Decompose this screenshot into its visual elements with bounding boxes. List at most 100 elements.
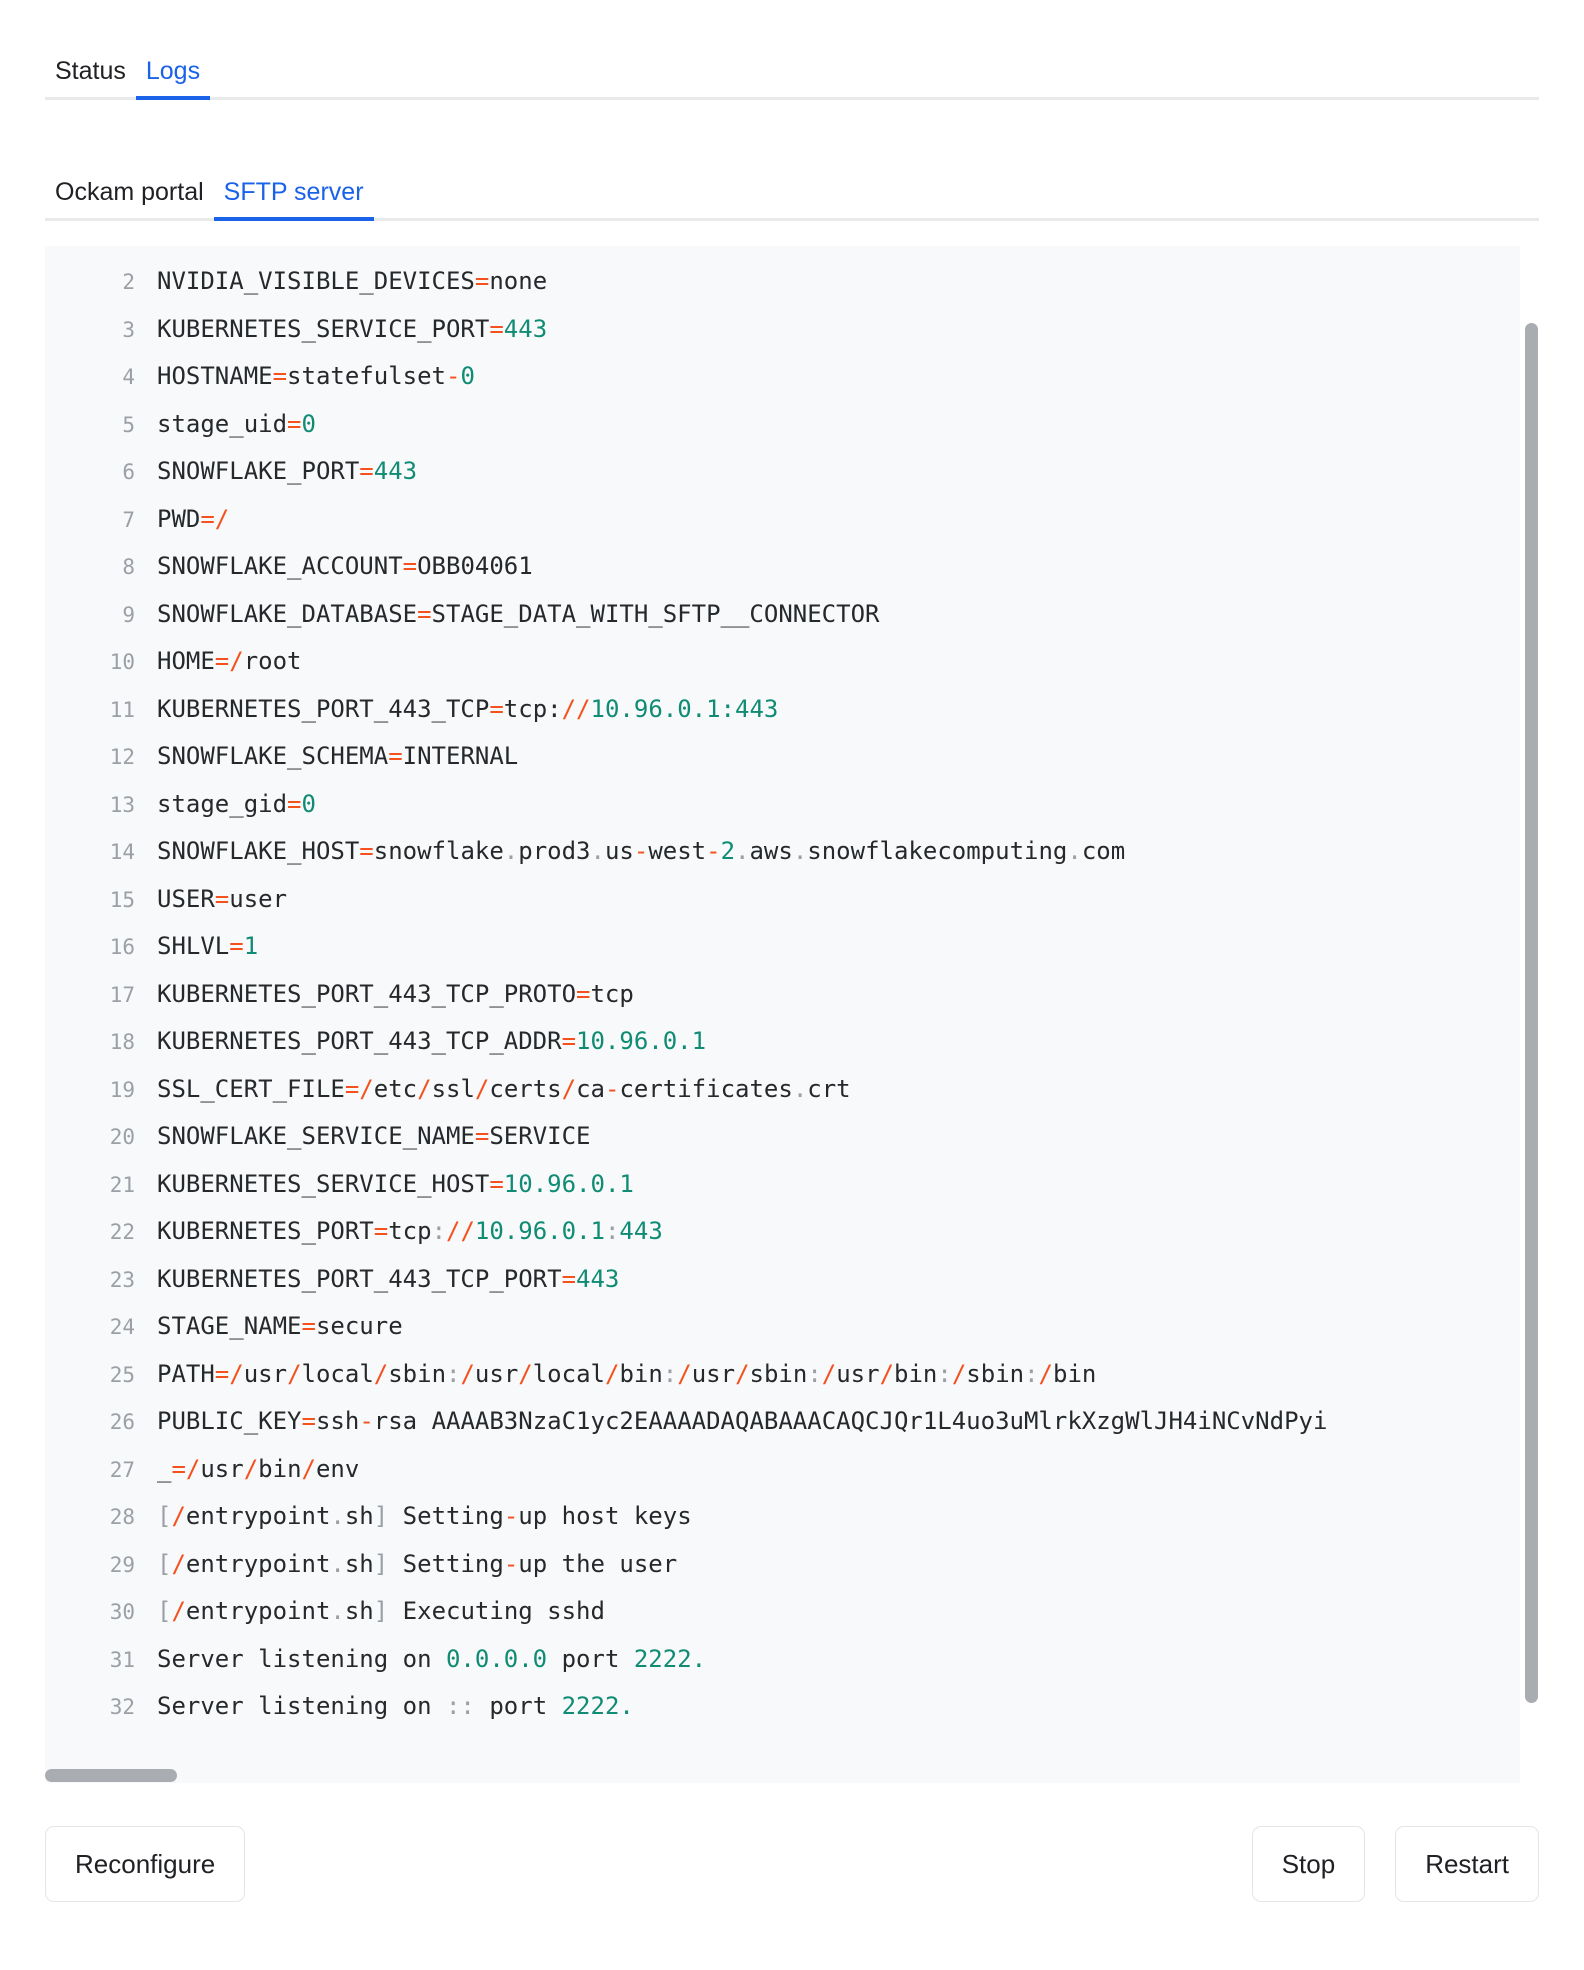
log-line-number: 10 [45, 639, 135, 687]
log-token: root [244, 647, 302, 675]
secondary-tab-list: Ockam portal SFTP server [45, 177, 374, 221]
log-token: . [1067, 837, 1081, 865]
log-horizontal-scrollbar-thumb[interactable] [45, 1769, 177, 1782]
log-line: 18KUBERNETES_PORT_443_TCP_ADDR=10.96.0.1 [45, 1018, 1520, 1066]
log-token: up host keys [518, 1502, 691, 1530]
log-line: 5stage_uid=0 [45, 401, 1520, 449]
log-line-text: KUBERNETES_PORT_443_TCP=tcp://10.96.0.1:… [135, 686, 778, 734]
log-token: / [302, 1455, 316, 1483]
log-line-text: STAGE_NAME=secure [135, 1303, 403, 1351]
log-token: 2222. [562, 1692, 634, 1720]
log-line: 19SSL_CERT_FILE=/etc/ssl/certs/ca-certif… [45, 1066, 1520, 1114]
log-line: 6SNOWFLAKE_PORT=443 [45, 448, 1520, 496]
log-line: 11KUBERNETES_PORT_443_TCP=tcp://10.96.0.… [45, 686, 1520, 734]
log-token: 443 [619, 1217, 662, 1245]
log-line: 26PUBLIC_KEY=ssh-rsa AAAAB3NzaC1yc2EAAAA… [45, 1398, 1520, 1446]
log-token: tcp [388, 1217, 431, 1245]
log-line-text: SNOWFLAKE_ACCOUNT=OBB04061 [135, 543, 533, 591]
log-token: certificates [619, 1075, 792, 1103]
log-line-number: 30 [45, 1589, 135, 1637]
log-token: snowflake [374, 837, 504, 865]
tab-logs[interactable]: Logs [136, 56, 210, 100]
reconfigure-button[interactable]: Reconfigure [45, 1826, 245, 1902]
log-line: 28[/entrypoint.sh] Setting-up host keys [45, 1493, 1520, 1541]
tab-ockam-portal[interactable]: Ockam portal [45, 177, 214, 221]
log-token: - [446, 362, 460, 390]
log-token: : [432, 1217, 446, 1245]
log-token: / [880, 1360, 894, 1388]
log-line-number: 20 [45, 1114, 135, 1162]
tab-active-indicator [214, 217, 374, 221]
log-token: = [475, 1122, 489, 1150]
log-token: bin [258, 1455, 301, 1483]
log-token: / [460, 1360, 474, 1388]
log-line-number: 16 [45, 924, 135, 972]
log-token: OBB04061 [417, 552, 533, 580]
tab-active-indicator [136, 96, 210, 100]
primary-tab-divider [45, 97, 1539, 100]
restart-button[interactable]: Restart [1395, 1826, 1539, 1902]
tab-label: SFTP server [224, 178, 364, 206]
log-token: // [562, 695, 591, 723]
secondary-tab-bar: Ockam portal SFTP server [0, 141, 1584, 221]
log-line-text: KUBERNETES_SERVICE_PORT=443 [135, 306, 547, 354]
log-line: 17KUBERNETES_PORT_443_TCP_PROTO=tcp [45, 971, 1520, 1019]
log-token: 2 [721, 837, 735, 865]
log-output-panel[interactable]: 2NVIDIA_VISIBLE_DEVICES=none3KUBERNETES_… [45, 246, 1520, 1783]
log-token: usr [692, 1360, 735, 1388]
log-token: . [793, 1075, 807, 1103]
log-token: SNOWFLAKE_HOST [157, 837, 359, 865]
log-horizontal-scrollbar-track[interactable] [45, 1769, 1520, 1783]
log-vertical-scrollbar-track[interactable] [1525, 246, 1539, 1783]
log-token: / [171, 1502, 185, 1530]
log-token: = [417, 600, 431, 628]
log-token: / [605, 1360, 619, 1388]
log-token: KUBERNETES_PORT_443_TCP_ADDR [157, 1027, 562, 1055]
log-token: [ [157, 1597, 171, 1625]
log-line-number: 8 [45, 544, 135, 592]
log-line-text: SNOWFLAKE_PORT=443 [135, 448, 417, 496]
log-token: : [807, 1360, 821, 1388]
log-token: 10.96.0.1:443 [591, 695, 779, 723]
log-token: = [562, 1027, 576, 1055]
log-token: / [374, 1360, 388, 1388]
tab-label: Status [55, 57, 126, 85]
log-token: KUBERNETES_PORT [157, 1217, 374, 1245]
log-line-text: stage_gid=0 [135, 781, 316, 829]
log-token: = [374, 1217, 388, 1245]
log-line: 16SHLVL=1 [45, 923, 1520, 971]
log-line-number: 5 [45, 402, 135, 450]
log-token: - [504, 1502, 518, 1530]
log-line-number: 11 [45, 687, 135, 735]
log-token: ] [374, 1597, 388, 1625]
log-line: 8SNOWFLAKE_ACCOUNT=OBB04061 [45, 543, 1520, 591]
log-token: = [287, 790, 301, 818]
log-token: secure [316, 1312, 403, 1340]
log-token: ssh [316, 1407, 359, 1435]
log-token: local [302, 1360, 374, 1388]
log-token: : [446, 1360, 460, 1388]
tab-sftp-server[interactable]: SFTP server [214, 177, 374, 221]
log-line-text: KUBERNETES_PORT=tcp://10.96.0.1:443 [135, 1208, 663, 1256]
log-line-number: 2 [45, 259, 135, 307]
log-line-text: SNOWFLAKE_DATABASE=STAGE_DATA_WITH_SFTP_… [135, 591, 879, 639]
logs-page: Status Logs Ockam portal SFTP server 2NVID… [0, 16, 1584, 1970]
log-token: - [706, 837, 720, 865]
log-token: Executing sshd [388, 1597, 605, 1625]
log-token: - [504, 1550, 518, 1578]
log-token: [ [157, 1550, 171, 1578]
log-line: 2NVIDIA_VISIBLE_DEVICES=none [45, 258, 1520, 306]
tab-status[interactable]: Status [45, 56, 136, 100]
primary-tab-list: Status Logs [45, 56, 210, 100]
log-vertical-scrollbar-thumb[interactable] [1525, 323, 1538, 1703]
stop-button[interactable]: Stop [1252, 1826, 1366, 1902]
log-line-text: [/entrypoint.sh] Setting-up host keys [135, 1493, 692, 1541]
log-line-number: 29 [45, 1542, 135, 1590]
log-line-number: 4 [45, 354, 135, 402]
log-token: = [359, 837, 373, 865]
log-token: bin [894, 1360, 937, 1388]
log-token: sbin [388, 1360, 446, 1388]
log-token: etc [374, 1075, 417, 1103]
log-line-text: PATH=/usr/local/sbin:/usr/local/bin:/usr… [135, 1351, 1096, 1399]
log-token: KUBERNETES_SERVICE_HOST [157, 1170, 489, 1198]
